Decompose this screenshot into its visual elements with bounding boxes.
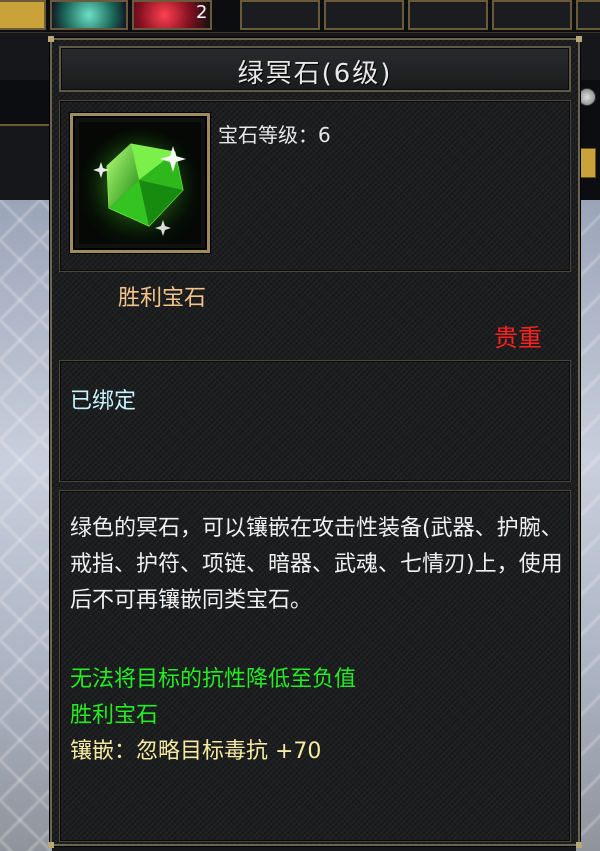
item-icon-section: 宝石等级：6 (59, 100, 571, 272)
hotbar: 2 (0, 0, 600, 33)
stack-count: 2 (196, 2, 208, 23)
hotbar-slot-empty[interactable] (240, 0, 320, 30)
gem-level: 宝石等级：6 (218, 123, 331, 147)
corner-ornament (48, 36, 54, 42)
corner-ornament (48, 842, 54, 848)
description-section: 绿色的冥石，可以镶嵌在攻击性装备(武器、护腕、戒指、护符、项链、暗器、武魂、七情… (59, 490, 571, 842)
tooltip-title-bar: 绿冥石(6级) (59, 46, 571, 92)
round-button-icon[interactable] (578, 88, 596, 106)
hotbar-slot-empty[interactable] (408, 0, 488, 30)
item-name: 绿冥石(6级) (237, 59, 393, 89)
inlay-effect: 镶嵌：忽略目标毒抗 +70 (70, 739, 322, 764)
corner-ornament (576, 36, 582, 42)
rarity-label: 贵重 (494, 324, 542, 352)
gem-type: 胜利宝石 (118, 286, 207, 311)
scene-left (0, 200, 52, 851)
effect-line: 无法将目标的抗性降低至负值 (70, 667, 357, 692)
hotbar-slot[interactable] (0, 0, 46, 30)
hotbar-slot-empty[interactable] (576, 0, 600, 30)
hotbar-slot-empty[interactable] (492, 0, 572, 30)
hotbar-slot-empty[interactable] (324, 0, 404, 30)
corner-ornament (576, 842, 582, 848)
bind-status: 已绑定 (70, 389, 137, 414)
green-gem-icon (79, 122, 201, 244)
hotbar-slot-blue-gem[interactable] (50, 0, 128, 30)
side-bar (0, 80, 52, 126)
item-icon-frame (70, 113, 210, 253)
item-tooltip: 绿冥石(6级) 宝石等级：6 胜利宝石 贵重 已绑定 绿色的冥石，可以镶嵌在攻击… (48, 36, 582, 848)
bind-section: 已绑定 (59, 360, 571, 482)
effect-line: 胜利宝石 (70, 703, 159, 728)
item-description: 绿色的冥石，可以镶嵌在攻击性装备(武器、护腕、戒指、护符、项链、暗器、武魂、七情… (70, 516, 563, 613)
